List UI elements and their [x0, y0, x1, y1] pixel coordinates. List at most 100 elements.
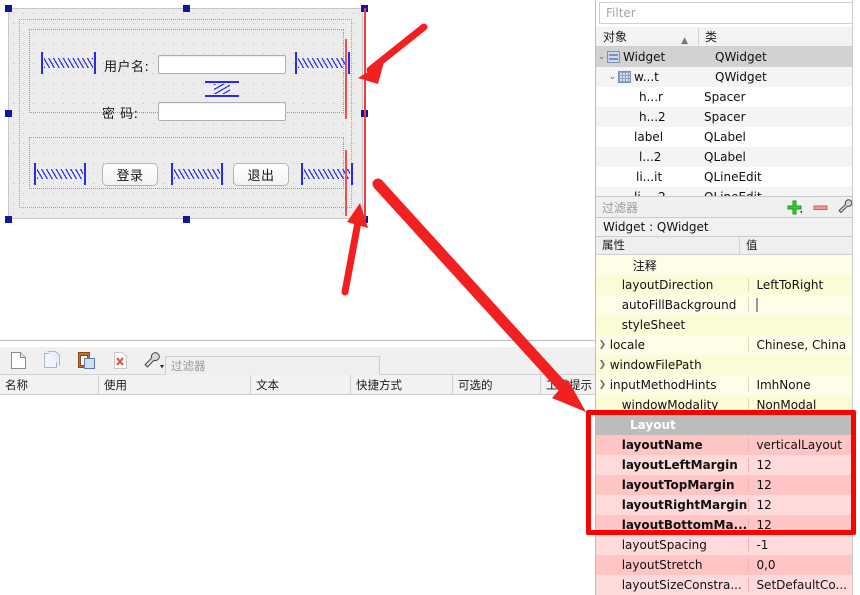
spacer-end-bar [94, 52, 96, 74]
form-widget[interactable]: 用户名: 密 码: 登录 退出 [8, 8, 363, 219]
username-label[interactable]: 用户名: [104, 56, 149, 75]
property-row-layoutTopMargin[interactable]: layoutTopMargin 12 [596, 475, 860, 495]
property-name-label: layoutName [621, 438, 703, 452]
property-value-label[interactable]: LeftToRight [748, 278, 860, 292]
property-value-cell[interactable] [748, 298, 860, 312]
paste-icon[interactable] [72, 349, 100, 373]
action-col-text[interactable]: 文本 [250, 374, 350, 395]
action-col-name[interactable]: 名称 [0, 375, 98, 395]
object-row-label-1[interactable]: label QLabel [596, 127, 860, 147]
chevron-right-icon[interactable]: ❯ [596, 380, 609, 390]
property-row-windowModality[interactable]: windowModality NonModal [596, 395, 860, 415]
password-label[interactable]: 密 码: [102, 103, 139, 122]
property-value-label[interactable]: NonModal [748, 398, 860, 412]
edit-wrench-icon[interactable] [140, 349, 168, 373]
password-line-edit[interactable] [158, 102, 286, 121]
property-name-label: locale [609, 338, 646, 352]
property-row-layoutSizeConstraint[interactable]: layoutSizeConstra... SetDefaultCo... [596, 575, 860, 595]
object-class-label: QLabel [704, 130, 746, 144]
action-col-shortcut[interactable]: 快捷方式 [350, 374, 452, 395]
property-group-layout: Layout [596, 415, 860, 435]
property-value-label[interactable]: 12 [748, 478, 860, 492]
selection-handle-tl[interactable] [5, 5, 12, 12]
chevron-down-icon[interactable]: ⌄ [607, 72, 618, 82]
username-line-edit[interactable] [158, 55, 286, 74]
property-row-layoutLeftMargin[interactable]: layoutLeftMargin 12 [596, 455, 860, 475]
property-row-layoutBottomMargin[interactable]: layoutBottomMa... 12 [596, 515, 860, 535]
property-row-layoutName[interactable]: layoutName verticalLayout [596, 435, 860, 455]
property-row-layoutRightMargin[interactable]: layoutRightMargin 12 [596, 495, 860, 515]
property-row-comment[interactable]: 注释 [596, 255, 860, 275]
property-row-styleSheet[interactable]: styleSheet [596, 315, 860, 335]
property-value-label[interactable]: verticalLayout [748, 438, 860, 452]
selection-handle-ml[interactable] [5, 110, 12, 117]
object-col-object[interactable]: 对象 ▲ [596, 27, 698, 47]
property-row-windowFilePath[interactable]: ❯ windowFilePath [596, 355, 860, 375]
horizontal-spacer-left-row1[interactable] [41, 52, 96, 74]
object-filter-input[interactable]: Filter [599, 2, 854, 24]
object-row-name-cell: Widget [607, 50, 709, 64]
property-value-label[interactable]: SetDefaultCo... [748, 578, 860, 592]
margin-guide-top [345, 39, 347, 119]
property-row-layoutSpacing[interactable]: layoutSpacing -1 [596, 535, 860, 555]
action-col-used[interactable]: 使用 [98, 374, 250, 395]
property-value-label[interactable]: 12 [748, 498, 860, 512]
property-name-label: layoutSizeConstra... [621, 578, 742, 592]
add-icon[interactable] [781, 200, 807, 215]
property-name-label: layoutSpacing [621, 538, 707, 552]
property-filter-input[interactable]: 过滤器 [596, 199, 781, 216]
selection-handle-tc[interactable] [183, 5, 190, 12]
new-document-icon[interactable] [4, 349, 32, 373]
selection-handle-bc[interactable] [183, 216, 190, 223]
property-row-autoFillBackground[interactable]: autoFillBackground [596, 295, 860, 315]
property-row-layoutDirection[interactable]: layoutDirection LeftToRight [596, 275, 860, 295]
horizontal-spacer-right-row1[interactable] [295, 52, 350, 74]
property-value-label[interactable]: 0,0 [748, 558, 860, 572]
qt-designer-window: 用户名: 密 码: 登录 退出 过滤器 名称 使用 文本 快捷方式 可选的 工具… [0, 0, 860, 595]
object-row-widget[interactable]: ⌄ Widget QWidget [596, 47, 860, 67]
remove-icon[interactable] [807, 203, 833, 212]
object-row-label-2[interactable]: l...2 QLabel [596, 147, 860, 167]
autofillbackground-checkbox[interactable] [756, 298, 759, 312]
property-value-label[interactable]: -1 [748, 538, 860, 552]
object-class-label: QWidget [715, 50, 767, 64]
spacer-end-bar [41, 52, 43, 74]
spacer-spring [44, 58, 93, 68]
spacer-end-bar [205, 95, 239, 97]
selection-handle-bl[interactable] [5, 216, 12, 223]
action-col-checkable[interactable]: 可选的 [452, 374, 540, 395]
object-col-class[interactable]: 类 [698, 26, 828, 47]
property-value-label[interactable]: ImhNone [748, 378, 860, 392]
object-row-widget-layout[interactable]: ⌄ w...t QWidget [596, 67, 860, 87]
login-button[interactable]: 登录 [102, 163, 158, 186]
object-row-lineedit-1[interactable]: li...it QLineEdit [596, 167, 860, 187]
property-filter-row: 过滤器 [596, 196, 860, 218]
property-name-label: layoutTopMargin [621, 478, 735, 492]
horizontal-spacer-1-buttons[interactable] [34, 163, 86, 185]
property-value-label[interactable]: 12 [748, 518, 860, 532]
action-table-body[interactable] [0, 395, 595, 545]
property-row-locale[interactable]: ❯ locale Chinese, China [596, 335, 860, 355]
action-col-tooltip[interactable]: 工具提示 [540, 374, 595, 395]
property-row-layoutStretch[interactable]: layoutStretch 0,0 [596, 555, 860, 575]
delete-icon[interactable] [106, 349, 134, 373]
chevron-right-icon[interactable]: ❯ [596, 340, 609, 350]
exit-button[interactable]: 退出 [233, 163, 289, 186]
property-value-label[interactable]: 12 [748, 458, 860, 472]
form-designer-canvas[interactable]: 用户名: 密 码: 登录 退出 [0, 0, 595, 340]
horizontal-spacer-2-buttons[interactable] [171, 163, 223, 185]
chevron-right-icon[interactable]: ❯ [596, 360, 609, 370]
property-col-name[interactable]: 属性 [596, 237, 739, 255]
object-tree[interactable]: ⌄ Widget QWidget ⌄ w...t QWidget h...r S… [596, 47, 860, 207]
chevron-down-icon[interactable]: ⌄ [596, 52, 607, 62]
object-row-spacer-2[interactable]: h...2 Spacer [596, 107, 860, 127]
property-table[interactable]: 注释 layoutDirection LeftToRight autoFillB… [596, 255, 860, 595]
copy-icon[interactable] [38, 349, 66, 373]
property-value-label[interactable]: Chinese, China [748, 338, 860, 352]
property-table-header: 属性 值 [596, 236, 860, 255]
property-row-inputMethodHints[interactable]: ❯ inputMethodHints ImhNone [596, 375, 860, 395]
property-name-label: inputMethodHints [609, 378, 717, 392]
object-row-spacer-1[interactable]: h...r Spacer [596, 87, 860, 107]
vertical-spacer-middle[interactable] [205, 81, 239, 97]
property-col-value[interactable]: 值 [739, 236, 854, 255]
